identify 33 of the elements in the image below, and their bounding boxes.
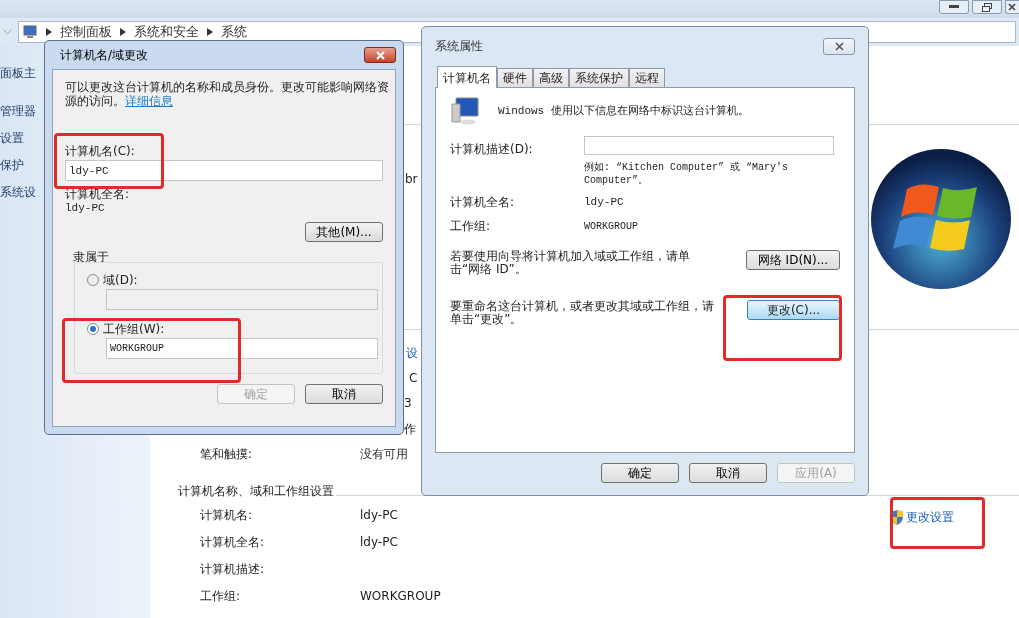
instruction-text: 要重命名这台计算机，或者更改其域或工作组，请单击“更改”。	[450, 300, 715, 326]
field-label: 计算机描述:	[200, 560, 266, 578]
field-value: ldy-PC	[360, 533, 398, 551]
text-fragment: C	[409, 370, 418, 387]
field-label: 计算机全名:	[450, 194, 516, 211]
field-value: ldy-PC	[65, 201, 106, 215]
field-label: 计算机描述(D):	[450, 141, 534, 158]
section-heading: 计算机名称、域和工作组设置	[178, 483, 334, 500]
group-label: 隶属于	[73, 250, 110, 264]
intro-text: Windows 使用以下信息在网络中标识这台计算机。	[498, 103, 749, 119]
instruction-text: 若要使用向导将计算机加入域或工作组，请单击“网络 ID”。	[450, 250, 691, 276]
text-fragment: br	[405, 171, 418, 188]
field-label: 计算机全名:	[65, 187, 131, 201]
intro-text: 可以更改这台计算机的名称和成员身份。更改可能影响网络资源的访问。详细信息	[65, 80, 390, 108]
field-value: WORKGROUP	[584, 219, 638, 234]
field-value: ldy-PC	[584, 194, 624, 210]
field-label: 工作组:	[450, 218, 492, 235]
text-fragment: 作	[404, 421, 416, 438]
text-fragment: 3	[404, 395, 412, 412]
field-value: WORKGROUP	[360, 587, 441, 605]
field-value: 没有可用	[360, 446, 408, 463]
field-label: 计算机全名:	[200, 533, 266, 551]
field-label: 工作组:	[200, 587, 242, 605]
dialog-title: 计算机名/域更改	[60, 47, 149, 64]
radio-label: 域(D):	[103, 273, 138, 287]
radio-label: 工作组(W):	[103, 322, 165, 336]
dialog-title: 系统属性	[435, 38, 483, 55]
field-label: 计算机名(C):	[65, 144, 136, 158]
text-fragment: 设	[406, 345, 418, 362]
field-label: 计算机名:	[200, 506, 254, 524]
field-label: 笔和触摸:	[200, 446, 254, 463]
field-value: ldy-PC	[360, 506, 398, 524]
hint-text: 例如: “Kitchen Computer” 或 “Mary's Computer”。	[584, 161, 790, 187]
